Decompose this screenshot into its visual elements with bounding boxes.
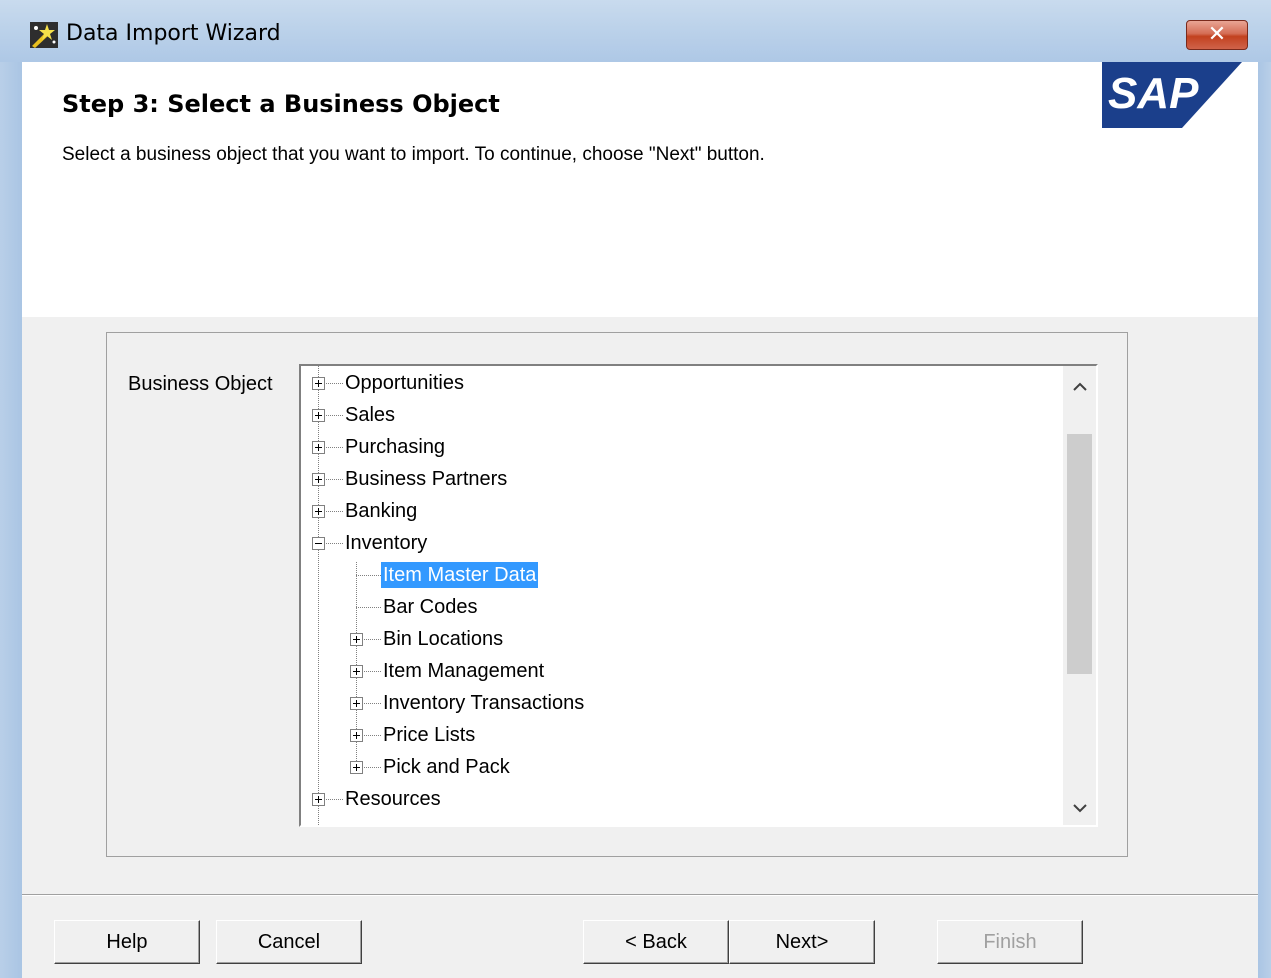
sap-logo: SAP: [1102, 62, 1242, 128]
plus-box-icon[interactable]: [350, 633, 363, 646]
business-object-tree[interactable]: Opportunities Sales Purchasing Business Par…: [299, 364, 1098, 827]
plus-box-icon[interactable]: [350, 665, 363, 678]
wizard-header: Step 3: Select a Business Object Select …: [22, 62, 1258, 317]
tree-node[interactable]: Item Master Data: [381, 562, 539, 588]
wizard-window: Data Import Wizard ✕ Step 3: Select a Bu…: [0, 0, 1271, 978]
plus-box-icon[interactable]: [312, 377, 325, 390]
tree-items: Opportunities Sales Purchasing Business Par…: [301, 366, 1063, 825]
window-title: Data Import Wizard: [66, 21, 281, 46]
close-icon: ✕: [1207, 22, 1227, 47]
footer-separator: [22, 894, 1258, 896]
step-title: Step 3: Select a Business Object: [62, 90, 500, 118]
tree-node[interactable]: Price Lists: [381, 722, 477, 748]
window-border-right: [1258, 62, 1271, 978]
next-button[interactable]: Next>: [729, 920, 875, 964]
chevron-down-icon: [1072, 804, 1087, 813]
help-button[interactable]: Help: [54, 920, 200, 964]
plus-box-icon[interactable]: [350, 761, 363, 774]
tree-node[interactable]: Business Partners: [343, 466, 509, 492]
tree-node[interactable]: Resources: [343, 786, 443, 812]
tree-node[interactable]: Banking: [343, 498, 419, 524]
step-description: Select a business object that you want t…: [62, 144, 765, 165]
minus-box-icon[interactable]: [312, 537, 325, 550]
plus-box-icon[interactable]: [312, 505, 325, 518]
plus-box-icon[interactable]: [312, 793, 325, 806]
plus-box-icon[interactable]: [312, 441, 325, 454]
tree-node[interactable]: Bin Locations: [381, 626, 505, 652]
plus-box-icon[interactable]: [312, 473, 325, 486]
tree-node[interactable]: Item Management: [381, 658, 546, 684]
tree-node[interactable]: Sales: [343, 402, 397, 428]
scroll-thumb[interactable]: [1067, 434, 1092, 674]
window-border-left: [0, 62, 22, 978]
back-button[interactable]: < Back: [583, 920, 729, 964]
wizard-icon: [30, 22, 58, 48]
plus-box-icon[interactable]: [350, 697, 363, 710]
title-bar[interactable]: Data Import Wizard ✕: [0, 0, 1271, 62]
scroll-up-button[interactable]: [1063, 372, 1096, 402]
tree-scrollbar[interactable]: [1063, 366, 1096, 825]
tree-connector: [318, 366, 319, 825]
finish-button[interactable]: Finish: [937, 920, 1083, 964]
tree-node[interactable]: Pick and Pack: [381, 754, 512, 780]
tree-node[interactable]: Bar Codes: [381, 594, 480, 620]
tree-node[interactable]: Inventory: [343, 530, 429, 556]
tree-node[interactable]: Inventory Transactions: [381, 690, 586, 716]
wizard-content: Business Object Opportunities Sales Purcha…: [22, 317, 1258, 894]
chevron-up-icon: [1072, 382, 1087, 391]
sap-logo-text: SAP: [1108, 69, 1199, 118]
scroll-down-button[interactable]: [1063, 793, 1096, 823]
tree-node[interactable]: Purchasing: [343, 434, 447, 460]
tree-node[interactable]: Opportunities: [343, 370, 466, 396]
close-button[interactable]: ✕: [1186, 20, 1248, 50]
tree-connector: [356, 575, 381, 576]
plus-box-icon[interactable]: [350, 729, 363, 742]
tree-connector: [356, 607, 381, 608]
cancel-button[interactable]: Cancel: [216, 920, 362, 964]
business-object-label: Business Object: [128, 373, 273, 395]
plus-box-icon[interactable]: [312, 409, 325, 422]
